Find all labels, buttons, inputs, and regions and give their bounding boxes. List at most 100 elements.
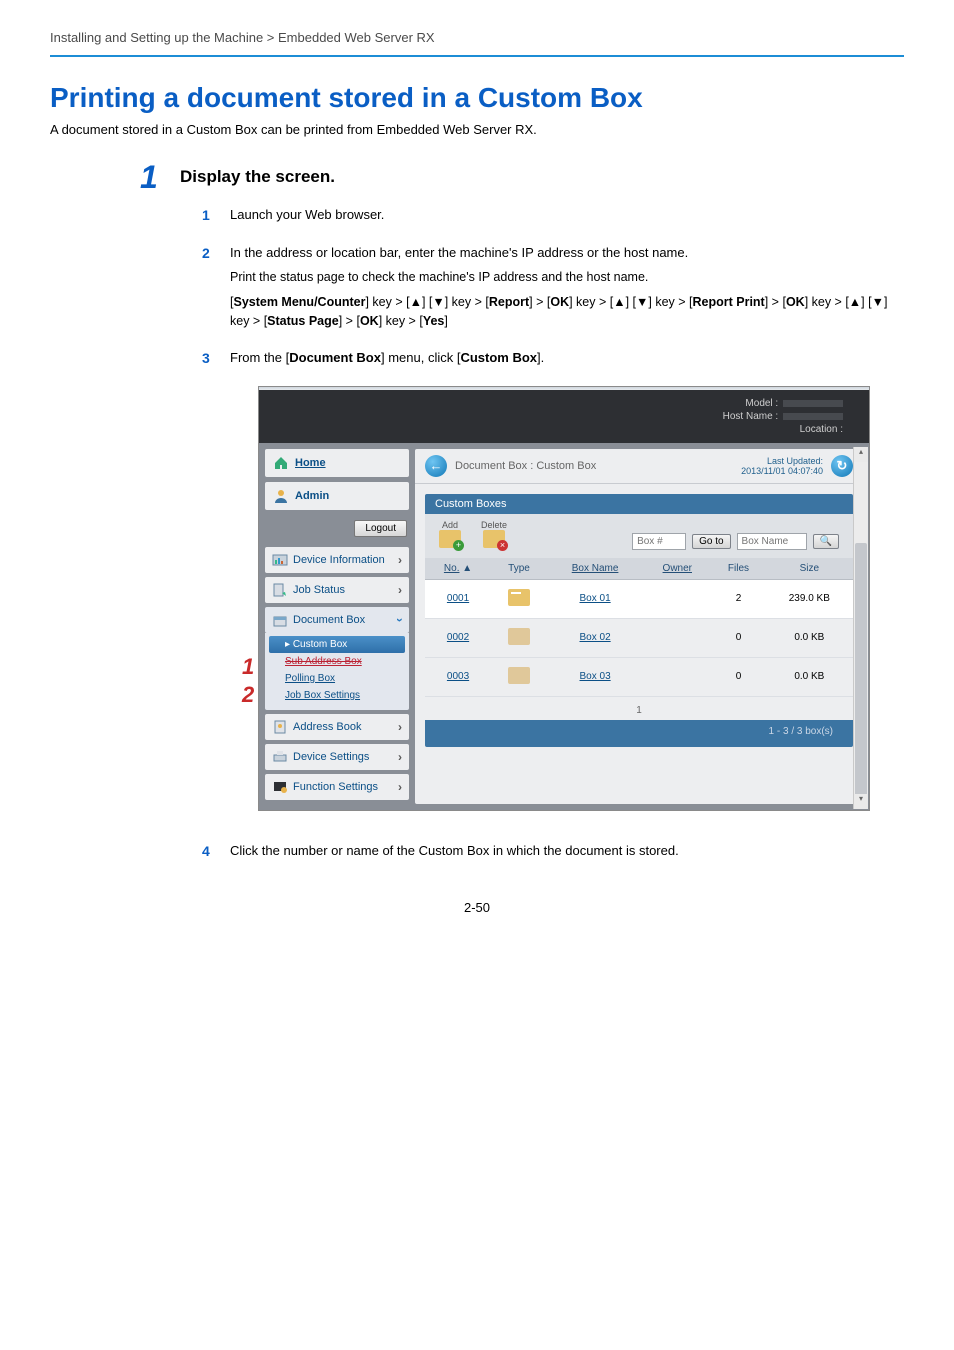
home-icon bbox=[273, 455, 289, 471]
go-to-button[interactable]: Go to bbox=[692, 534, 730, 549]
substep-number: 4 bbox=[202, 841, 210, 862]
nav-home-label: Home bbox=[295, 457, 326, 469]
folder-add-icon bbox=[439, 530, 461, 548]
substep-number: 1 bbox=[202, 205, 210, 226]
delete-box-label: Delete bbox=[481, 520, 507, 530]
box-icon bbox=[272, 612, 288, 628]
custom-box-table: No. ▲ Type Box Name Owner Files Size bbox=[425, 558, 853, 697]
gear-icon bbox=[272, 779, 288, 795]
box-no-link[interactable]: 0001 bbox=[447, 593, 469, 604]
nav-admin-label: Admin bbox=[295, 490, 329, 502]
files-cell: 0 bbox=[711, 657, 765, 696]
delete-box-button[interactable]: Delete bbox=[481, 520, 507, 550]
scroll-up-button[interactable]: ▴ bbox=[854, 447, 868, 462]
book-icon bbox=[272, 719, 288, 735]
box-name-link[interactable]: Box 03 bbox=[580, 671, 611, 682]
nav-home[interactable]: Home bbox=[265, 449, 409, 477]
chevron-right-icon: › bbox=[398, 553, 402, 567]
table-row[interactable]: 0001 Box 01 2 239.0 KB bbox=[425, 579, 853, 618]
scroll-down-button[interactable]: ▾ bbox=[854, 794, 868, 809]
sidebar-item-label: Device Information bbox=[293, 554, 385, 566]
pager: 1 bbox=[415, 697, 863, 720]
box-name-input[interactable] bbox=[737, 533, 807, 550]
section-header: Custom Boxes bbox=[425, 494, 853, 514]
subnav-polling-box[interactable]: Polling Box bbox=[269, 670, 405, 687]
sidebar-item-label: Job Status bbox=[293, 584, 345, 596]
embedded-screenshot: 1 2 3 Model : Host Name : Location : bbox=[230, 386, 904, 811]
nav-admin[interactable]: Admin bbox=[265, 482, 409, 510]
breadcrumb-path: Document Box : Custom Box bbox=[455, 460, 596, 472]
table-row[interactable]: 0003 Box 03 0 0.0 KB bbox=[425, 657, 853, 696]
box-no-link[interactable]: 0003 bbox=[447, 671, 469, 682]
substep-number: 2 bbox=[202, 243, 210, 264]
th-type: Type bbox=[491, 558, 547, 580]
size-cell: 0.0 KB bbox=[766, 657, 853, 696]
substep-number: 3 bbox=[202, 348, 210, 369]
sidebar-item-label: Function Settings bbox=[293, 781, 378, 793]
substep-text: From the [Document Box] menu, click [Cus… bbox=[230, 350, 544, 365]
th-name[interactable]: Box Name bbox=[547, 558, 643, 580]
substep-text: Launch your Web browser. bbox=[230, 207, 384, 222]
logout-button[interactable]: Logout bbox=[354, 520, 407, 537]
command-path: [System Menu/Counter] key > [▲] [▼] key … bbox=[230, 293, 904, 331]
search-button[interactable]: 🔍 bbox=[813, 534, 839, 549]
chevron-right-icon: › bbox=[398, 583, 402, 597]
folder-icon bbox=[508, 667, 530, 684]
th-files: Files bbox=[711, 558, 765, 580]
box-number-input[interactable] bbox=[632, 533, 686, 550]
step-number: 1 bbox=[140, 159, 158, 196]
back-button[interactable]: ← bbox=[425, 455, 447, 477]
printer-icon bbox=[272, 749, 288, 765]
substep-text: Click the number or name of the Custom B… bbox=[230, 843, 679, 858]
last-updated-value: 2013/11/01 04:07:40 bbox=[741, 466, 823, 476]
files-cell: 0 bbox=[711, 618, 765, 657]
box-no-link[interactable]: 0002 bbox=[447, 632, 469, 643]
sidebar-item-document-box[interactable]: Document Box › bbox=[265, 607, 409, 633]
sidebar-item-label: Document Box bbox=[293, 614, 365, 626]
th-size: Size bbox=[766, 558, 853, 580]
subnav-job-box-settings[interactable]: Job Box Settings bbox=[269, 687, 405, 704]
sidebar-item-label: Device Settings bbox=[293, 751, 369, 763]
files-cell: 2 bbox=[711, 579, 765, 618]
subnav-label: Custom Box bbox=[293, 639, 347, 650]
substep-text: In the address or location bar, enter th… bbox=[230, 245, 688, 260]
folder-icon bbox=[508, 589, 530, 606]
size-cell: 239.0 KB bbox=[766, 579, 853, 618]
size-cell: 0.0 KB bbox=[766, 618, 853, 657]
admin-icon bbox=[273, 488, 289, 504]
step-title: Display the screen. bbox=[180, 167, 904, 187]
add-box-button[interactable]: Add bbox=[439, 520, 461, 550]
subnav-custom-box[interactable]: ▸ Custom Box bbox=[269, 636, 405, 653]
box-name-link[interactable]: Box 02 bbox=[580, 632, 611, 643]
sidebar-item-function-settings[interactable]: Function Settings › bbox=[265, 774, 409, 800]
sidebar-item-job-status[interactable]: Job Status › bbox=[265, 577, 409, 603]
scrollbar[interactable]: ▴ ▾ bbox=[853, 447, 868, 809]
intro-text: A document stored in a Custom Box can be… bbox=[50, 122, 904, 137]
add-box-label: Add bbox=[439, 520, 461, 530]
chart-icon bbox=[272, 552, 288, 568]
callout-1: 1 bbox=[242, 654, 254, 680]
chevron-right-icon: › bbox=[398, 750, 402, 764]
callout-2: 2 bbox=[242, 682, 254, 708]
folder-delete-icon bbox=[483, 530, 505, 548]
device-info-bar: Model : Host Name : Location : bbox=[259, 390, 869, 443]
box-name-link[interactable]: Box 01 bbox=[580, 593, 611, 604]
sidebar-item-label: Address Book bbox=[293, 721, 361, 733]
sidebar-item-device-settings[interactable]: Device Settings › bbox=[265, 744, 409, 770]
breadcrumb: Installing and Setting up the Machine > … bbox=[50, 30, 904, 57]
job-icon bbox=[272, 582, 288, 598]
chevron-down-icon: › bbox=[393, 618, 407, 622]
subnav-sub-address-box[interactable]: Sub Address Box bbox=[269, 653, 405, 670]
th-owner[interactable]: Owner bbox=[643, 558, 711, 580]
scroll-thumb[interactable] bbox=[855, 543, 867, 803]
folder-icon bbox=[508, 628, 530, 645]
page-title: Printing a document stored in a Custom B… bbox=[50, 82, 904, 114]
sidebar-item-address-book[interactable]: Address Book › bbox=[265, 714, 409, 740]
page-number: 2-50 bbox=[50, 900, 904, 915]
refresh-button[interactable]: ↻ bbox=[831, 455, 853, 477]
substep-note: Print the status page to check the machi… bbox=[230, 268, 904, 287]
table-row[interactable]: 0002 Box 02 0 0.0 KB bbox=[425, 618, 853, 657]
chevron-right-icon: › bbox=[398, 780, 402, 794]
th-no[interactable]: No. ▲ bbox=[425, 558, 491, 580]
sidebar-item-device-info[interactable]: Device Information › bbox=[265, 547, 409, 573]
